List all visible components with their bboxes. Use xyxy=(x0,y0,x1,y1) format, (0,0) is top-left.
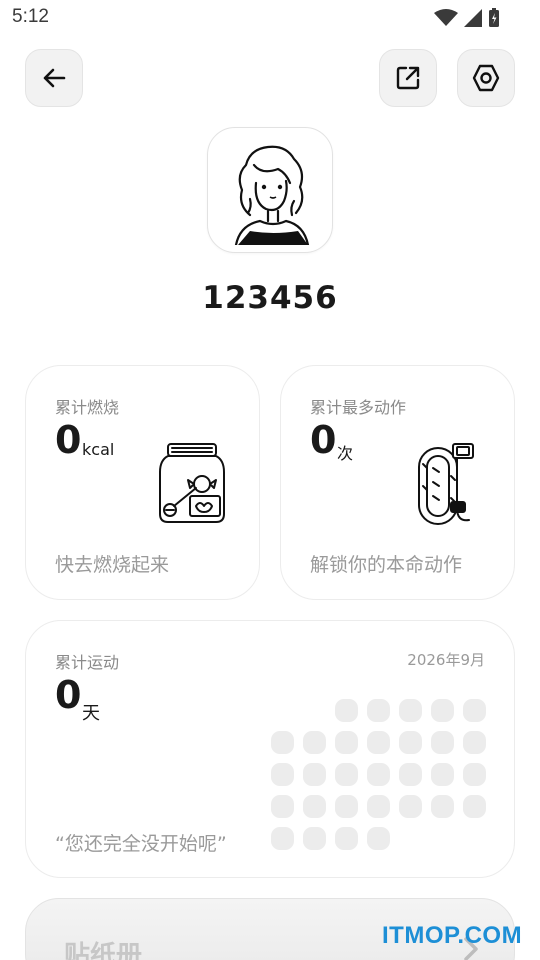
top-exercise-card[interactable]: 累计最多动作 0 次 解锁你的本命动作 xyxy=(280,365,515,600)
calendar-month: 2026年9月 xyxy=(407,651,485,669)
calories-unit: kcal xyxy=(82,440,115,459)
sticker-album-title: 贴纸册 xyxy=(64,941,143,960)
hexagon-settings-icon xyxy=(472,64,500,92)
calendar-day-dot xyxy=(367,731,390,754)
workout-days-value: 0 xyxy=(55,673,82,717)
jump-rope-icon xyxy=(418,443,474,525)
calendar-day-dot xyxy=(271,795,294,818)
calendar-day-dot xyxy=(399,731,422,754)
username: 123456 xyxy=(202,280,338,316)
workout-days-card[interactable]: 累计运动 2026年9月 0 天 “您还完全没开始呢” xyxy=(25,620,515,878)
workout-days-label: 累计运动 xyxy=(55,653,120,672)
wifi-icon xyxy=(434,9,458,26)
calories-cta: 快去燃烧起来 xyxy=(55,554,170,576)
calories-label: 累计燃烧 xyxy=(55,398,120,417)
avatar[interactable] xyxy=(207,127,333,253)
calories-card[interactable]: 累计燃烧 0 kcal 快去燃烧起来 xyxy=(25,365,260,600)
calendar-day-dot xyxy=(271,763,294,786)
calendar-day-dot xyxy=(463,763,486,786)
watermark: ITMOP.COM xyxy=(382,922,523,949)
calendar-day-dot xyxy=(303,731,326,754)
arrow-left-icon xyxy=(43,68,66,88)
candy-jar-icon xyxy=(159,443,225,523)
calories-value: 0 xyxy=(55,418,82,462)
calendar-day-dot xyxy=(303,795,326,818)
status-time: 5:12 xyxy=(12,6,49,27)
calendar-day-dot xyxy=(431,699,454,722)
avatar-girl-illustration xyxy=(234,145,310,245)
calendar-day-dot xyxy=(271,827,294,850)
back-button[interactable] xyxy=(25,49,83,107)
top-exercise-label: 累计最多动作 xyxy=(310,398,407,417)
calendar-day-dot xyxy=(463,795,486,818)
status-icons xyxy=(434,8,500,28)
share-external-icon xyxy=(396,66,420,90)
calendar-day-dot xyxy=(431,763,454,786)
battery-icon xyxy=(489,8,499,27)
calendar-day-dot xyxy=(399,699,422,722)
calendar-day-dot xyxy=(367,763,390,786)
calendar-day-dot xyxy=(303,763,326,786)
calendar-day-dot xyxy=(367,699,390,722)
calendar-day-dot xyxy=(335,827,358,850)
workout-days-unit: 天 xyxy=(82,703,100,724)
top-exercise-unit: 次 xyxy=(337,444,354,463)
share-button[interactable] xyxy=(379,49,437,107)
calendar-day-dot xyxy=(399,763,422,786)
calendar-day-dot xyxy=(399,795,422,818)
calendar-day-dot xyxy=(335,731,358,754)
calendar-day-dot xyxy=(335,795,358,818)
calendar-day-dot xyxy=(335,699,358,722)
status-bar: 5:12 xyxy=(0,0,540,36)
settings-button[interactable] xyxy=(457,49,515,107)
top-exercise-cta: 解锁你的本命动作 xyxy=(310,554,463,576)
workout-quote: “您还完全没开始呢” xyxy=(55,833,227,855)
calendar-day-dot xyxy=(431,731,454,754)
calendar-day-dot xyxy=(367,795,390,818)
top-exercise-value: 0 xyxy=(310,418,337,462)
signal-icon xyxy=(464,9,482,27)
calendar-day-dot xyxy=(367,827,390,850)
calendar-day-dot xyxy=(463,731,486,754)
calendar-day-dot xyxy=(431,795,454,818)
calendar-day-dot xyxy=(463,699,486,722)
calendar-day-dot xyxy=(271,731,294,754)
calendar-day-dot xyxy=(303,827,326,850)
calendar-day-dot xyxy=(335,763,358,786)
